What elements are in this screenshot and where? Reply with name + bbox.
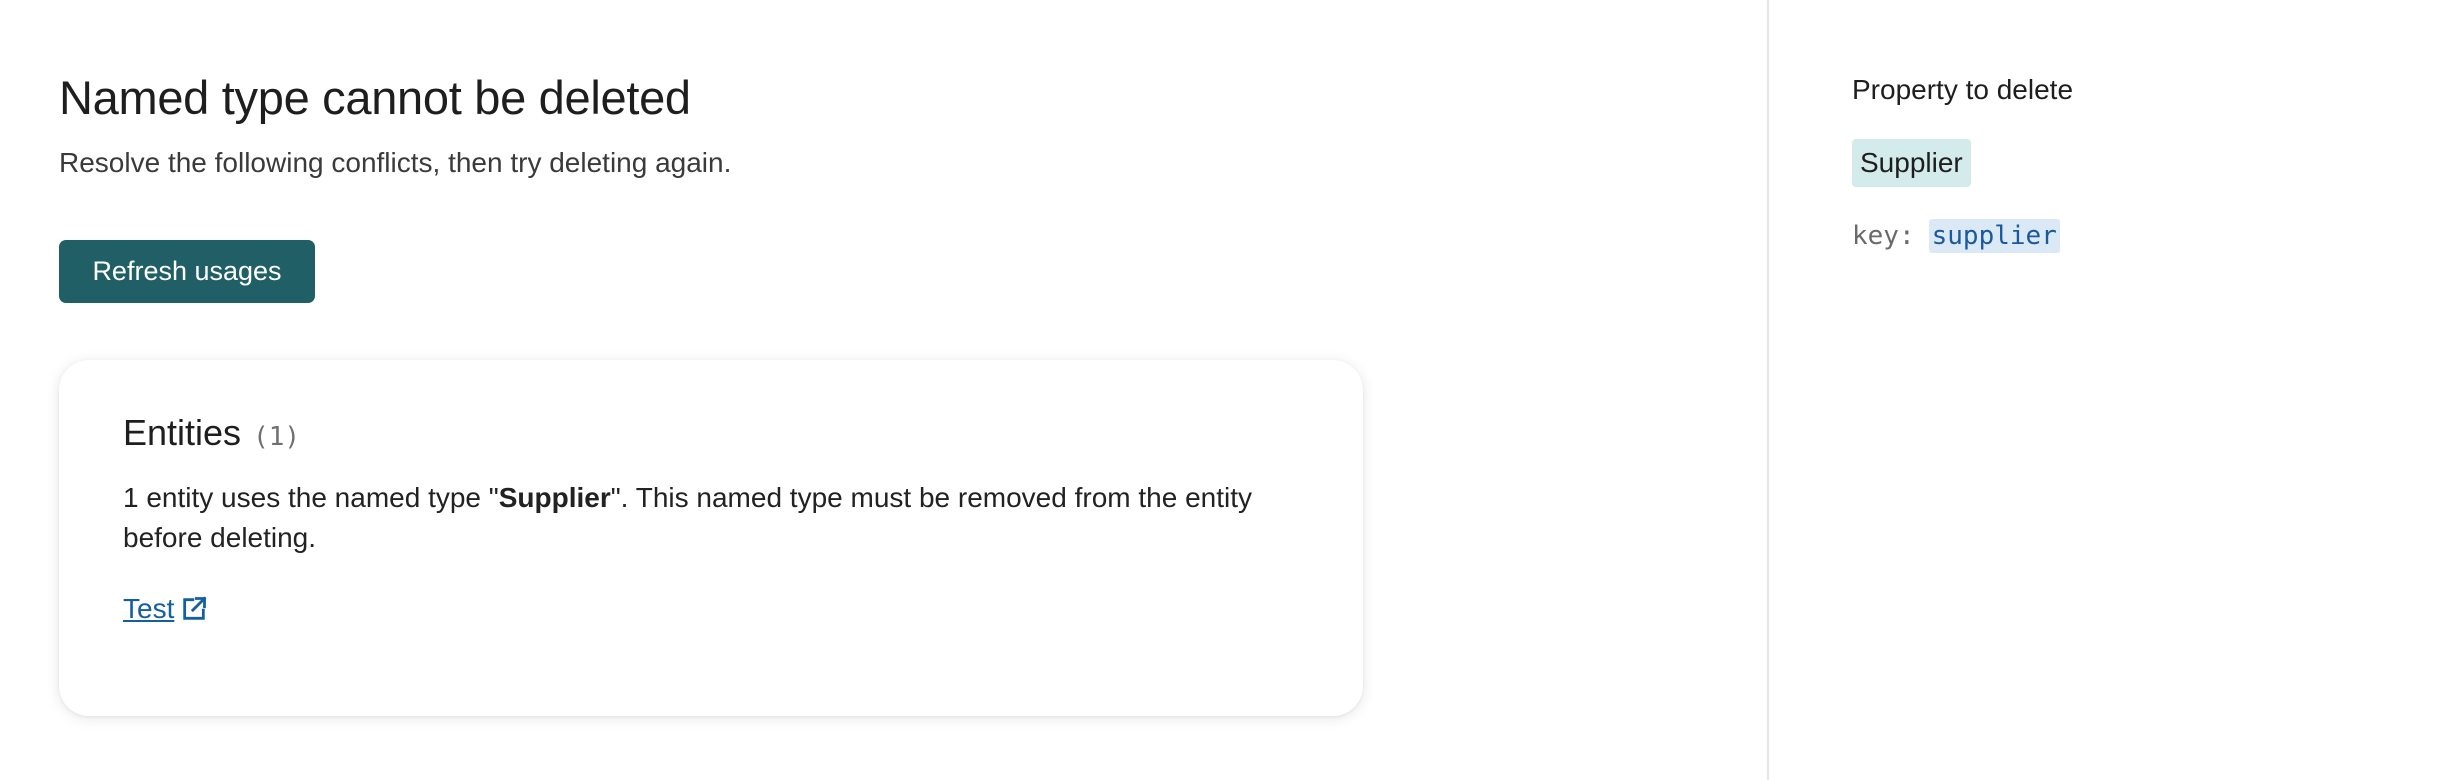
property-key-label: key: bbox=[1852, 221, 1915, 251]
property-to-delete-label: Property to delete bbox=[1852, 74, 2074, 105]
page-title: Named type cannot be deleted bbox=[59, 71, 691, 124]
entity-link-label: Test bbox=[123, 593, 175, 624]
main-panel: Named type cannot be deleted Resolve the… bbox=[0, 0, 1766, 780]
card-description: 1 entity uses the named type "Supplier".… bbox=[123, 478, 1323, 558]
property-chip: Supplier bbox=[1852, 139, 1971, 187]
card-description-type: Supplier bbox=[498, 482, 611, 513]
entity-link-test[interactable]: Test bbox=[123, 593, 208, 625]
card-title: Entities bbox=[123, 412, 242, 453]
card-description-prefix: 1 entity uses the named type " bbox=[123, 482, 499, 513]
external-link-icon bbox=[183, 596, 207, 620]
side-panel: Property to delete Supplier key: supplie… bbox=[1767, 0, 2444, 780]
refresh-usages-button[interactable]: Refresh usages bbox=[59, 240, 315, 303]
card-header: Entities (1) bbox=[123, 412, 300, 454]
property-key-value: supplier bbox=[1928, 219, 2060, 253]
page-subtitle: Resolve the following conflicts, then tr… bbox=[59, 147, 732, 178]
property-key: key: supplier bbox=[1852, 219, 2060, 253]
entities-card: Entities (1) 1 entity uses the named typ… bbox=[59, 360, 1363, 716]
card-count: (1) bbox=[253, 422, 301, 452]
